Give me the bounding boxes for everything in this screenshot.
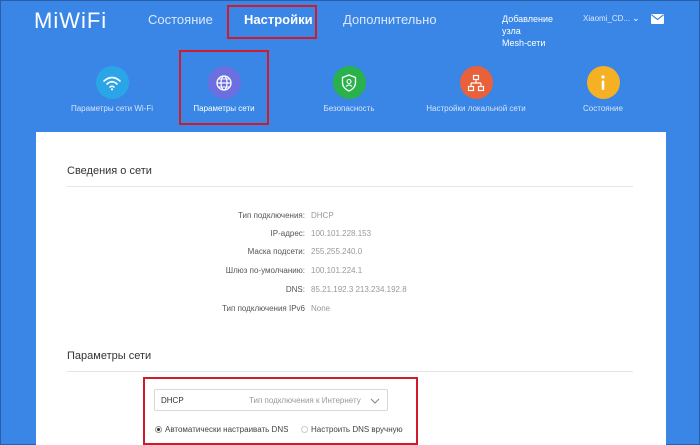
tab-status[interactable]: Состояние xyxy=(148,12,213,27)
miwifi-logo: MiWiFi xyxy=(34,8,108,33)
lan-icon xyxy=(459,66,493,99)
shield-icon xyxy=(332,66,366,99)
radio-checked-icon[interactable] xyxy=(155,426,162,433)
device-selector[interactable]: Xiaomi_CD... ⌄ xyxy=(583,13,640,24)
mail-icon[interactable] xyxy=(651,14,664,24)
network-params-title: Параметры сети xyxy=(67,350,152,362)
dns-manual-label: Настроить DNS вручную xyxy=(311,425,403,434)
dns-manual-option[interactable]: Настроить DNS вручную xyxy=(301,425,403,434)
info-value: 85.21.192.3 213.234.192.8 xyxy=(311,285,407,294)
info-value: 100.101.228.153 xyxy=(311,229,372,238)
device-name: Xiaomi_CD... xyxy=(583,14,631,23)
connection-type-select[interactable]: DHCP Тип подключения к Интернету xyxy=(154,389,388,411)
info-icon xyxy=(586,66,620,99)
info-value: 100.101.224.1 xyxy=(311,266,363,275)
dns-auto-label: Автоматически настраивать DNS xyxy=(165,425,289,434)
feature-label: Параметры сети Wi-Fi xyxy=(70,104,154,113)
connection-type-placeholder: Тип подключения к Интернету xyxy=(249,396,361,405)
info-value: 255.255.240.0 xyxy=(311,247,363,256)
chevron-down-icon: ⌄ xyxy=(632,13,640,23)
chevron-down-icon xyxy=(370,394,380,412)
info-value: DHCP xyxy=(311,211,334,220)
feature-label: Настройки локальной сети xyxy=(426,104,526,113)
connection-type-value: DHCP xyxy=(161,396,184,405)
info-key: Тип подключения IPv6 xyxy=(222,304,305,313)
wifi-icon xyxy=(95,66,129,99)
dns-auto-option[interactable]: Автоматически настраивать DNS xyxy=(155,425,288,434)
mesh-line-2: Mesh-сети xyxy=(502,38,546,48)
info-value: None xyxy=(311,304,331,313)
network-info-title: Сведения о сети xyxy=(67,165,152,177)
radio-unchecked-icon[interactable] xyxy=(301,426,308,433)
info-key: Шлюз по-умолчанию: xyxy=(225,266,305,275)
feature-security[interactable]: Безопасность xyxy=(294,66,404,113)
info-key: Маска подсети: xyxy=(247,247,305,256)
info-key: Тип подключения: xyxy=(238,211,305,220)
info-key: IP-адрес: xyxy=(270,229,305,238)
settings-tab-highlight xyxy=(227,5,317,39)
feature-label: Состояние xyxy=(583,104,623,113)
network-settings-highlight xyxy=(179,50,269,125)
tab-advanced[interactable]: Дополнительно xyxy=(343,12,437,27)
divider xyxy=(67,186,633,187)
feature-label: Безопасность xyxy=(323,104,375,113)
feature-lan-settings[interactable]: Настройки локальной сети xyxy=(421,66,531,113)
feature-wifi-settings[interactable]: Параметры сети Wi-Fi xyxy=(57,66,167,113)
divider xyxy=(67,371,633,372)
add-mesh-node-link[interactable]: Добавление узла Mesh-сети xyxy=(502,13,574,49)
feature-status[interactable]: Состояние xyxy=(548,66,658,113)
mesh-line-1: Добавление узла xyxy=(502,14,553,36)
info-key: DNS: xyxy=(285,285,305,294)
